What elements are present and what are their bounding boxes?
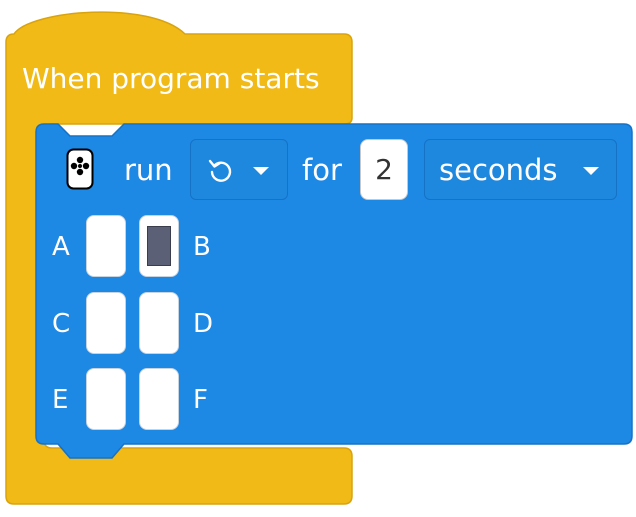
unit-dropdown[interactable]: seconds	[424, 139, 617, 200]
port-b-selected-indicator	[147, 226, 171, 266]
port-label-b: B	[193, 232, 211, 262]
direction-dropdown[interactable]	[190, 139, 288, 200]
chevron-down-icon	[583, 167, 599, 175]
port-label-f: F	[193, 385, 208, 415]
port-c-toggle[interactable]	[86, 292, 126, 354]
port-f-toggle[interactable]	[139, 368, 179, 430]
hub-motor-icon	[66, 148, 94, 190]
chevron-down-icon	[253, 167, 269, 175]
run-label: run	[124, 153, 173, 187]
duration-input[interactable]: 2	[360, 139, 408, 200]
port-b-toggle[interactable]	[139, 215, 179, 277]
port-label-c: C	[52, 309, 71, 339]
unit-label: seconds	[439, 153, 558, 187]
port-label-e: E	[52, 385, 69, 415]
rotate-counterclockwise-icon	[208, 159, 232, 182]
port-label-a: A	[52, 232, 70, 262]
port-d-toggle[interactable]	[139, 292, 179, 354]
for-label: for	[302, 153, 342, 187]
port-a-toggle[interactable]	[86, 215, 126, 277]
port-label-d: D	[193, 309, 214, 339]
port-e-toggle[interactable]	[86, 368, 126, 430]
